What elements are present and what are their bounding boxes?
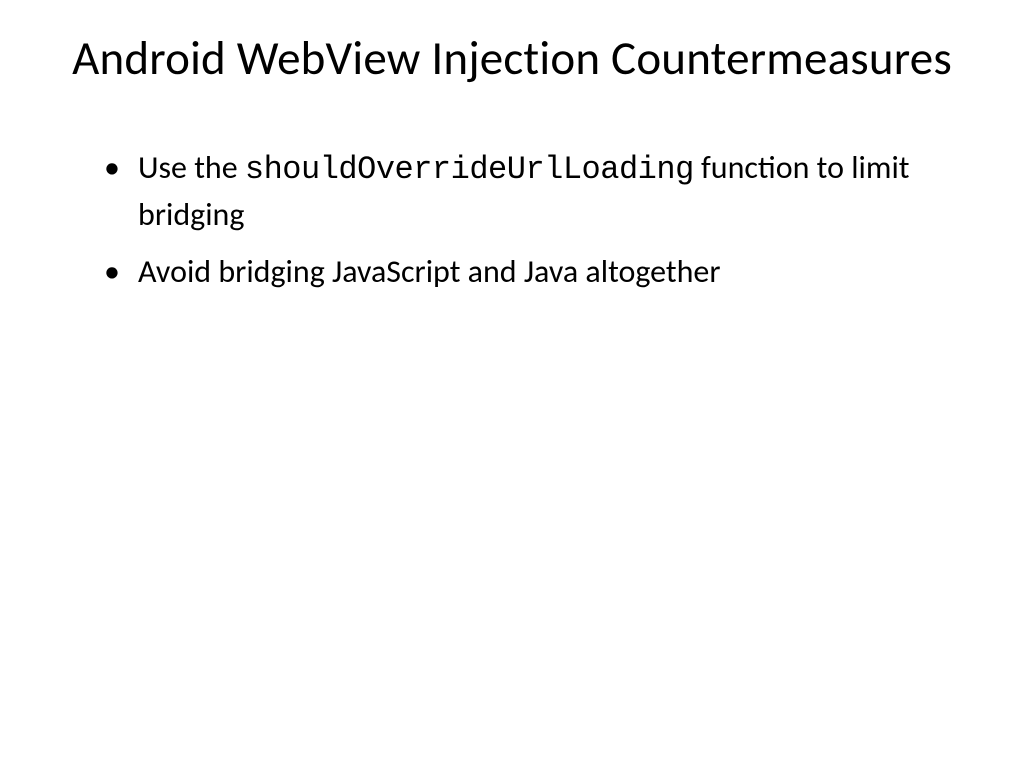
slide-title: Android WebView Injection Countermeasure… bbox=[60, 30, 964, 86]
bullet-text: Avoid bridging JavaScript and Java altog… bbox=[138, 252, 721, 291]
bullet-item: Avoid bridging JavaScript and Java altog… bbox=[110, 250, 964, 295]
bullet-code: shouldOverrideUrlLoading bbox=[245, 151, 694, 188]
bullet-text-prefix: Use the bbox=[138, 148, 245, 187]
bullet-list: Use the shouldOverrideUrlLoading functio… bbox=[60, 146, 964, 294]
slide-container: Android WebView Injection Countermeasure… bbox=[0, 0, 1024, 768]
bullet-item: Use the shouldOverrideUrlLoading functio… bbox=[110, 146, 964, 238]
